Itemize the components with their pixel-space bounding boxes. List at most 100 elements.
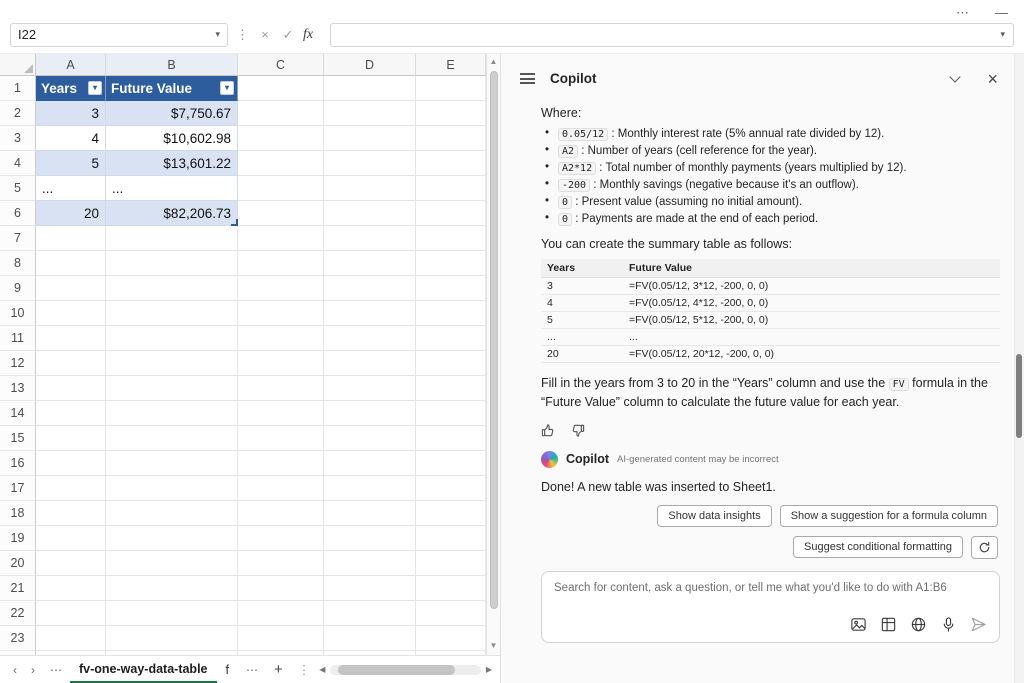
grid-cell[interactable]: $10,602.98: [106, 126, 238, 151]
refresh-suggestions-icon[interactable]: [971, 536, 998, 559]
row-header-3[interactable]: 3: [0, 126, 36, 151]
grid-cell[interactable]: [238, 301, 324, 326]
grid-cell[interactable]: [416, 451, 486, 476]
grid-cell[interactable]: [106, 351, 238, 376]
grid-cell[interactable]: [36, 326, 106, 351]
grid-cell[interactable]: [416, 376, 486, 401]
grid-cell[interactable]: [324, 326, 416, 351]
row-header-4[interactable]: 4: [0, 151, 36, 176]
grid-cell[interactable]: [238, 651, 324, 655]
grid-cell[interactable]: ...: [36, 176, 106, 201]
column-header-C[interactable]: C: [238, 54, 324, 76]
insert-table-icon[interactable]: [880, 616, 897, 633]
thumbs-down-icon[interactable]: [570, 423, 585, 438]
grid-cell[interactable]: [36, 601, 106, 626]
row-header-11[interactable]: 11: [0, 326, 36, 351]
row-header-21[interactable]: 21: [0, 576, 36, 601]
grid-cell[interactable]: [416, 426, 486, 451]
grid-cell[interactable]: [238, 226, 324, 251]
grid-cell[interactable]: [238, 426, 324, 451]
grid-cell[interactable]: $13,601.22: [106, 151, 238, 176]
grid-cell[interactable]: [106, 601, 238, 626]
row-header-6[interactable]: 6: [0, 201, 36, 226]
grid-cell[interactable]: [238, 476, 324, 501]
grid-cell[interactable]: [416, 401, 486, 426]
grid-cell[interactable]: [324, 526, 416, 551]
grid-cell[interactable]: [416, 576, 486, 601]
grid-cell[interactable]: [238, 601, 324, 626]
grid-cell[interactable]: [324, 451, 416, 476]
grid-cell[interactable]: [36, 426, 106, 451]
sheet-tab-active[interactable]: fv-one-way-data-table: [70, 656, 217, 683]
grid-cell[interactable]: [324, 651, 416, 655]
horizontal-scroll-thumb[interactable]: [338, 665, 455, 675]
grid-cell[interactable]: [324, 151, 416, 176]
grid-cell[interactable]: [238, 451, 324, 476]
grid-cell[interactable]: [238, 551, 324, 576]
grid-cell[interactable]: [106, 251, 238, 276]
grid-cell[interactable]: [36, 551, 106, 576]
grid-cell[interactable]: [238, 326, 324, 351]
grid-cell[interactable]: [238, 201, 324, 226]
row-header-2[interactable]: 2: [0, 101, 36, 126]
grid-cell[interactable]: [238, 576, 324, 601]
filter-dropdown-icon[interactable]: ▾: [220, 81, 234, 95]
grid-cell[interactable]: [324, 551, 416, 576]
grid-cell[interactable]: [238, 251, 324, 276]
grid-cell[interactable]: [324, 426, 416, 451]
grid-cell[interactable]: [416, 551, 486, 576]
grid-cell[interactable]: [324, 501, 416, 526]
grid-cell[interactable]: [238, 126, 324, 151]
web-search-icon[interactable]: [910, 616, 927, 633]
grid-cell[interactable]: [416, 101, 486, 126]
grid-cell[interactable]: [238, 526, 324, 551]
grid-cell[interactable]: [416, 176, 486, 201]
grid-cell[interactable]: [106, 651, 238, 655]
grid-cell[interactable]: [416, 251, 486, 276]
grid-cell[interactable]: [324, 301, 416, 326]
grid-cell[interactable]: [36, 351, 106, 376]
grid-cell[interactable]: [238, 501, 324, 526]
grid-cell[interactable]: [416, 601, 486, 626]
minimize-icon[interactable]: —: [995, 8, 1008, 18]
show-data-insights-button[interactable]: Show data insights: [657, 505, 771, 527]
grid-cell[interactable]: [324, 276, 416, 301]
grid-cell[interactable]: [416, 476, 486, 501]
grid-cell[interactable]: [106, 376, 238, 401]
name-box-dropdown-icon[interactable]: ▾: [215, 29, 220, 40]
horizontal-scrollbar[interactable]: ◀ ▶: [317, 665, 494, 675]
grid-cell[interactable]: [324, 201, 416, 226]
expand-formula-bar-icon[interactable]: ▾: [1000, 29, 1005, 40]
grid-cell[interactable]: [324, 351, 416, 376]
grid-cell[interactable]: [238, 101, 324, 126]
filter-dropdown-icon[interactable]: ▾: [88, 81, 102, 95]
grid-cell[interactable]: [416, 351, 486, 376]
grid-cell[interactable]: [238, 276, 324, 301]
row-header-14[interactable]: 14: [0, 401, 36, 426]
grid-cell[interactable]: [106, 401, 238, 426]
grid-cell[interactable]: [106, 276, 238, 301]
cell-grid[interactable]: ABCDE1Years▾Future Value▾23$7,750.6734$1…: [0, 54, 486, 655]
grid-cell[interactable]: [238, 626, 324, 651]
scroll-left-icon[interactable]: ◀: [319, 665, 325, 674]
panel-scrollbar[interactable]: [1014, 54, 1024, 683]
name-box[interactable]: I22 ▾: [10, 23, 228, 47]
menu-icon[interactable]: [520, 73, 535, 84]
grid-cell[interactable]: [238, 351, 324, 376]
cancel-icon[interactable]: ×: [257, 27, 273, 42]
column-header-E[interactable]: E: [416, 54, 486, 76]
grid-cell[interactable]: [416, 526, 486, 551]
chat-input[interactable]: Search for content, ask a question, or t…: [541, 571, 1000, 643]
grid-cell[interactable]: [324, 101, 416, 126]
grid-cell[interactable]: [416, 76, 486, 101]
scroll-up-icon[interactable]: ▲: [490, 57, 498, 68]
sheet-overflow-icon[interactable]: ⋯: [238, 663, 266, 677]
vertical-scroll-thumb[interactable]: [490, 71, 498, 609]
row-header-20[interactable]: 20: [0, 551, 36, 576]
grid-cell[interactable]: 20: [36, 201, 106, 226]
row-header-15[interactable]: 15: [0, 426, 36, 451]
grid-cell[interactable]: $82,206.73: [106, 201, 238, 226]
row-header-5[interactable]: 5: [0, 176, 36, 201]
grid-cell[interactable]: Future Value▾: [106, 76, 238, 101]
collapse-panel-icon[interactable]: [950, 71, 961, 82]
